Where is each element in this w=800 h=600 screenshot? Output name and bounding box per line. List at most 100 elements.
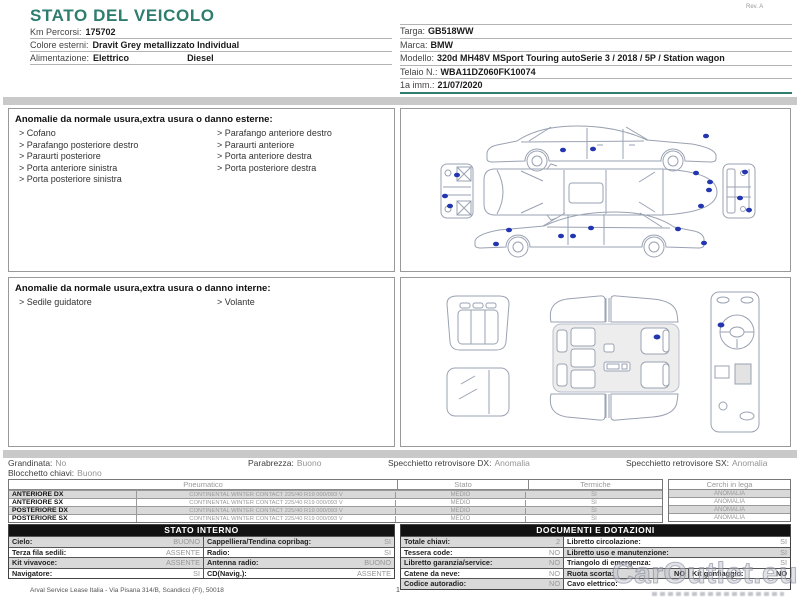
row-value: SI <box>780 547 787 557</box>
table-row: Tessera code: NO Libretto uso e manutenzi… <box>401 546 790 557</box>
info-value: 21/07/2020 <box>437 80 483 90</box>
rear-seats-view <box>446 295 510 351</box>
alloy-row: ANOMALIA <box>669 505 790 513</box>
row-value: NO <box>674 568 685 578</box>
row-label: Cappelliera/Tendina copribag: <box>207 537 312 547</box>
condition-value: Anomalia <box>732 458 768 468</box>
alloy-state: ANOMALIA <box>713 498 745 505</box>
illegible-fine-print <box>652 592 784 596</box>
damage-marker <box>746 207 752 213</box>
tire-state: MEDIO <box>396 507 526 514</box>
table-title: STATO INTERNO <box>9 525 394 536</box>
info-value: 175702 <box>85 27 116 37</box>
condition-item-blocchetto: Blocchetto chiavi: Buono <box>8 468 102 478</box>
footer-address: Arval Service Lease Italia - Via Pisana … <box>30 587 224 594</box>
anomaly-item: > Porta anteriore sinistra <box>19 162 118 173</box>
anomaly-item: > Sedile guidatore <box>19 297 92 307</box>
damage-marker <box>706 187 712 193</box>
info-value: BMW <box>430 39 454 50</box>
interior-diagram-panel <box>400 277 791 447</box>
anomaly-item: > Volante <box>217 297 255 307</box>
damage-marker <box>707 179 713 185</box>
row-value: SI <box>780 537 787 547</box>
vehicle-info-right: Targa: GB518WW Marca: BMW Modello: 320d MH4… <box>400 24 792 94</box>
info-value: Elettrico <box>93 53 130 63</box>
damage-marker <box>558 233 564 239</box>
info-value-secondary: Diesel <box>187 53 214 63</box>
info-label: Targa: <box>400 26 426 36</box>
row-label: CD(Navig.): <box>207 568 247 578</box>
tire-winter: SI <box>591 491 597 498</box>
table-row: Totale chiavi: 2 Libretto circolazione: SI <box>401 536 790 547</box>
row-label: Kit gonfiaggio: <box>692 568 744 578</box>
info-value: 320d MH48V MSport Touring autoSerie 3 / … <box>437 53 725 63</box>
anomaly-column-2: > Parafango anteriore destro > Paraurti … <box>217 128 332 186</box>
condition-item-grandinata: Grandinata: No <box>8 458 66 468</box>
row-value: NO <box>776 568 787 578</box>
damage-markers-exterior <box>442 133 752 247</box>
dashboard-view <box>710 291 760 433</box>
interior-state-table: STATO INTERNO Cielo: BUONO Cappelliera/Te… <box>8 524 395 579</box>
row-label: Libretto garanzia/service: <box>404 558 493 568</box>
alloy-state: ANOMALIA <box>713 514 745 521</box>
damage-marker <box>742 169 748 175</box>
alloy-state: ANOMALIA <box>713 490 745 497</box>
section-divider-bar <box>3 450 797 458</box>
table-row: Terza fila sedili: ASSENTE Radio: SI <box>9 546 394 557</box>
row-value: SI <box>193 568 200 578</box>
tire-winter: SI <box>591 499 597 506</box>
condition-value: Buono <box>296 458 322 468</box>
condition-label: Specchietto retrovisore DX: <box>388 458 492 468</box>
info-row-plate: Targa: GB518WW <box>400 25 792 39</box>
damage-marker <box>701 240 707 246</box>
info-label: Telaio N.: <box>400 66 438 77</box>
condition-item-parabrezza: Parabrezza: Buono <box>248 458 321 468</box>
anomaly-item: > Cofano <box>19 128 56 138</box>
tire-spec: CONTINENTAL WINTER CONTACT 225/40 R19 00… <box>137 515 396 522</box>
table-row: Libretto garanzia/service: NO Triangolo d… <box>401 557 790 568</box>
condition-label: Blocchetto chiavi: <box>8 468 75 478</box>
damage-marker <box>703 133 709 139</box>
anomaly-item: > Parafango posteriore destro <box>19 139 139 150</box>
alloy-row: ANOMALIA <box>669 513 790 521</box>
exterior-anomalies-panel: Anomalie da normale usura,extra usura o … <box>8 108 395 272</box>
row-value: ASSENTE <box>165 547 200 557</box>
info-value: GB518WW <box>428 26 474 36</box>
info-row-color: Colore esterni: Dravit Grey metallizzato… <box>30 39 392 52</box>
table-row: Catene da neve: NO Ruota scorta: NO Kit go… <box>401 567 790 578</box>
condition-label: Grandinata: <box>8 458 53 468</box>
condition-value: No <box>55 458 67 468</box>
row-label: Libretto circolazione: <box>567 537 641 547</box>
table-title: DOCUMENTI E DOTAZIONI <box>401 525 790 536</box>
alloy-state: ANOMALIA <box>713 506 745 513</box>
row-value: NO <box>549 579 560 589</box>
table-row: Kit vivavoce: ASSENTE Antenna radio: BUONO <box>9 557 394 568</box>
page-number: 1 <box>396 587 400 594</box>
row-label: Totale chiavi: <box>404 537 451 547</box>
info-row-first-registration: 1a imm.: 21/07/2020 <box>400 79 792 94</box>
damage-marker <box>570 233 576 239</box>
col-header-pneumatico: Pneumatico <box>9 480 398 489</box>
interior-anomalies-panel: Anomalie da normale usura,extra usura o … <box>8 277 395 447</box>
damage-marker <box>717 322 725 328</box>
interior-damage-diagram <box>446 291 760 433</box>
info-label: Km Percorsi: <box>30 27 82 37</box>
tire-row: POSTERIORE DX CONTINENTAL WINTER CONTACT… <box>9 506 662 514</box>
row-label: Antenna radio: <box>207 558 259 568</box>
damage-marker <box>493 241 499 247</box>
tire-row: POSTERIORE SX CONTINENTAL WINTER CONTACT… <box>9 514 662 522</box>
damage-marker <box>698 203 704 209</box>
tire-row: ANTERIORE SX CONTINENTAL WINTER CONTACT … <box>9 498 662 506</box>
anomaly-item: > Porta posteriore sinistra <box>19 174 122 184</box>
row-label: Catene da neve: <box>404 568 460 578</box>
anomaly-column-1: > Cofano > Parafango posteriore destro >… <box>19 128 211 186</box>
condition-value: Buono <box>77 468 102 478</box>
row-value: 2 <box>555 537 560 547</box>
condition-item-specchietto-dx: Specchietto retrovisore DX: Anomalia <box>388 458 530 468</box>
row-value: ASSENTE <box>165 558 200 568</box>
info-label: Alimentazione: <box>30 53 90 63</box>
row-value: SI <box>384 547 391 557</box>
row-label: Terza fila sedili: <box>12 547 67 557</box>
col-header-termiche: Termiche <box>580 480 611 489</box>
revision-label: Rev. A <box>746 4 764 10</box>
